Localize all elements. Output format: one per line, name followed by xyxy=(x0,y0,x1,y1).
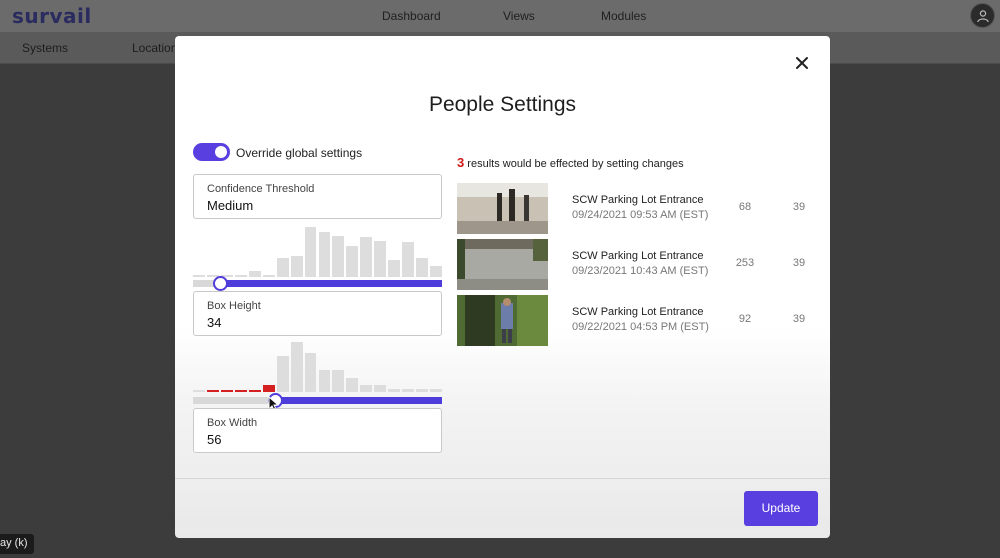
histogram-bar xyxy=(402,242,415,277)
histogram-bar xyxy=(262,384,275,392)
histogram-bar xyxy=(402,388,415,392)
histogram-bar xyxy=(332,236,345,277)
field-label: Confidence Threshold xyxy=(207,183,315,195)
box-height-histogram xyxy=(193,227,442,277)
result-value-1: 68 xyxy=(738,201,752,213)
result-row[interactable]: SCW Parking Lot Entrance 09/22/2021 04:5… xyxy=(457,295,817,347)
subnav-location[interactable]: Location xyxy=(132,41,177,55)
histogram-bar xyxy=(374,385,387,392)
histogram-bar xyxy=(332,370,345,392)
people-settings-modal: People Settings Override global settings… xyxy=(175,36,830,538)
histogram-bar xyxy=(416,258,429,277)
histogram-bar xyxy=(374,241,387,277)
override-toggle-label: Override global settings xyxy=(236,146,363,160)
histogram-bar xyxy=(318,232,331,277)
nav-views[interactable]: Views xyxy=(503,9,535,23)
box-width-histogram xyxy=(193,342,442,392)
result-value-2: 39 xyxy=(792,201,806,213)
histogram-bar xyxy=(248,271,261,277)
result-value-2: 39 xyxy=(792,313,806,325)
histogram-bar xyxy=(304,353,317,392)
result-date: 09/24/2021 09:53 AM (EST) xyxy=(572,209,709,221)
field-value: Medium xyxy=(207,198,254,213)
histogram-bar xyxy=(193,390,205,392)
results-summary-text: results would be effected by setting cha… xyxy=(467,158,684,170)
app-logo[interactable]: survail xyxy=(12,4,92,28)
result-value-1: 253 xyxy=(735,257,755,269)
close-button[interactable] xyxy=(792,53,812,73)
histogram-bar xyxy=(290,342,303,392)
histogram-bar xyxy=(360,384,373,392)
nav-modules[interactable]: Modules xyxy=(601,9,646,23)
histogram-bar xyxy=(388,388,401,392)
override-toggle[interactable] xyxy=(193,143,230,161)
histogram-bar xyxy=(234,274,247,277)
result-value-2: 39 xyxy=(792,257,806,269)
box-height-slider-fill xyxy=(220,280,442,287)
box-width-field[interactable]: Box Width 56 xyxy=(193,408,442,453)
histogram-bar xyxy=(248,389,261,392)
histogram-bar xyxy=(304,227,317,277)
app-header: survail Dashboard Views Modules xyxy=(0,0,1000,32)
confidence-threshold-field[interactable]: Confidence Threshold Medium xyxy=(193,174,442,219)
nav-dashboard[interactable]: Dashboard xyxy=(382,9,441,23)
field-value: 56 xyxy=(207,432,222,447)
results-count: 3 xyxy=(457,155,465,170)
box-height-slider-track[interactable] xyxy=(193,280,442,287)
box-height-field[interactable]: Box Height 34 xyxy=(193,291,442,336)
histogram-bar xyxy=(416,388,429,392)
result-title: SCW Parking Lot Entrance xyxy=(572,306,704,318)
histogram-bar xyxy=(206,389,219,392)
histogram-bar xyxy=(234,389,247,392)
toggle-knob xyxy=(215,146,227,158)
field-value: 34 xyxy=(207,315,222,330)
histogram-bar xyxy=(276,356,289,392)
result-date: 09/23/2021 10:43 AM (EST) xyxy=(572,265,709,277)
histogram-bar xyxy=(388,259,401,277)
result-thumbnail xyxy=(457,183,548,234)
box-height-slider-handle[interactable] xyxy=(212,276,228,291)
result-date: 09/22/2021 04:53 PM (EST) xyxy=(572,321,709,333)
user-avatar[interactable] xyxy=(970,3,995,28)
results-summary: 3 results would be effected by setting c… xyxy=(457,155,684,170)
box-width-slider-track[interactable] xyxy=(193,397,442,404)
video-tooltip: ay (k) xyxy=(0,534,34,554)
histogram-bar xyxy=(430,266,442,277)
histogram-bar xyxy=(193,275,205,277)
subnav-systems[interactable]: Systems xyxy=(22,41,68,55)
footer-divider xyxy=(175,478,830,479)
field-label: Box Width xyxy=(207,417,258,429)
histogram-bar xyxy=(346,378,359,392)
histogram-bar xyxy=(430,388,442,392)
histogram-bar xyxy=(276,258,289,277)
result-value-1: 92 xyxy=(738,313,752,325)
close-icon xyxy=(796,57,808,69)
histogram-bar xyxy=(318,370,331,392)
histogram-bar xyxy=(220,389,233,392)
update-button[interactable]: Update xyxy=(744,491,818,526)
histogram-bar xyxy=(360,237,373,277)
histogram-bar xyxy=(290,256,303,277)
user-icon xyxy=(976,9,989,22)
modal-title: People Settings xyxy=(428,93,577,116)
histogram-bar xyxy=(262,274,275,277)
result-thumbnail xyxy=(457,239,548,290)
histogram-bar xyxy=(346,246,359,277)
box-width-slider-fill xyxy=(275,397,442,404)
result-row[interactable]: SCW Parking Lot Entrance 09/24/2021 09:5… xyxy=(457,183,817,235)
result-thumbnail xyxy=(457,295,548,346)
result-row[interactable]: SCW Parking Lot Entrance 09/23/2021 10:4… xyxy=(457,239,817,291)
result-title: SCW Parking Lot Entrance xyxy=(572,250,704,262)
field-label: Box Height xyxy=(207,300,261,312)
result-title: SCW Parking Lot Entrance xyxy=(572,194,704,206)
